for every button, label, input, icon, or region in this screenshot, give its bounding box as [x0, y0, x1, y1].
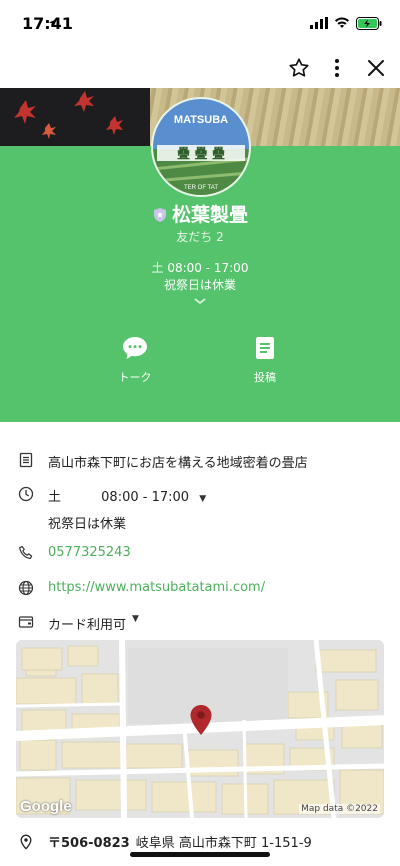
- website-link[interactable]: https://www.matsubatatami.com/: [48, 580, 265, 595]
- posts-button[interactable]: 投稿: [230, 336, 300, 385]
- google-logo: Google: [20, 798, 72, 815]
- maple-leaf-pattern-icon: [14, 91, 123, 139]
- hours-note: 祝祭日は休業: [48, 517, 127, 532]
- address-row[interactable]: 〒506-0823 岐阜県 高山市森下町 1-151-9: [18, 832, 388, 851]
- more-options-button[interactable]: [323, 54, 351, 82]
- dropdown-caret-icon[interactable]: ▼: [199, 494, 206, 504]
- signal-icon: [310, 17, 328, 29]
- chat-bubble-icon: [123, 337, 147, 359]
- map-credit: Map data ©2022: [299, 804, 380, 814]
- svg-text:疊 疊 疊: 疊 疊 疊: [177, 147, 225, 162]
- favorite-button[interactable]: [285, 54, 313, 82]
- avatar[interactable]: MATSUBA 疊 疊 疊 TER OF TAT: [151, 97, 251, 197]
- posts-label: 投稿: [254, 371, 276, 384]
- status-bar: 17:41: [0, 0, 400, 48]
- description-text: 高山市森下町にお店を構える地域密着の畳店: [48, 456, 308, 471]
- map-pin-icon: [190, 705, 212, 735]
- payment-row[interactable]: カード利用可 ▼: [18, 614, 378, 633]
- home-indicator[interactable]: [130, 852, 270, 857]
- map[interactable]: Google Map data ©2022: [16, 640, 384, 818]
- payment-text: カード利用可: [48, 618, 127, 633]
- postal-code: 〒506-0823: [48, 836, 130, 851]
- battery-charging-icon: [356, 16, 382, 30]
- dropdown-caret-icon[interactable]: ▼: [132, 614, 139, 624]
- avatar-logo-text: MATSUBA: [174, 114, 228, 126]
- wallet-icon: [18, 616, 34, 628]
- header-hours[interactable]: 土 08:00 - 17:00 祝祭日は休業: [0, 260, 400, 294]
- hours-row[interactable]: 土 08:00 - 17:00 ▼ 祝祭日は休業: [18, 486, 378, 532]
- hours-day: 土: [48, 490, 62, 505]
- phone-row[interactable]: 0577325243: [18, 545, 378, 561]
- hours-time: 08:00 - 17:00: [101, 490, 190, 505]
- chat-button[interactable]: トーク: [100, 336, 170, 385]
- header-hours-line1: 土 08:00 - 17:00: [151, 261, 249, 275]
- address-text: 岐阜県 高山市森下町 1-151-9: [135, 836, 312, 851]
- chat-label: トーク: [118, 371, 152, 384]
- chevron-down-icon[interactable]: [192, 296, 208, 306]
- note-icon: [19, 452, 33, 468]
- friends-count[interactable]: 友だち 2: [0, 228, 400, 245]
- star-icon: [289, 58, 309, 77]
- location-arrow-icon: [49, 19, 57, 27]
- verified-badge-icon: [153, 208, 166, 222]
- close-icon: [368, 60, 384, 76]
- top-bar: [0, 48, 400, 88]
- header-hours-line2: 祝祭日は休業: [163, 278, 236, 292]
- description-row: 高山市森下町にお店を構える地域密着の畳店: [18, 452, 378, 471]
- phone-link[interactable]: 0577325243: [48, 545, 131, 560]
- account-name-text: 松葉製畳: [171, 204, 248, 226]
- status-icons: [49, 16, 382, 30]
- cover-fabric: [0, 88, 150, 146]
- globe-icon: [18, 580, 34, 596]
- account-name: 松葉製畳: [0, 200, 400, 227]
- document-icon: [256, 337, 274, 359]
- website-row[interactable]: https://www.matsubatatami.com/: [18, 580, 378, 596]
- close-button[interactable]: [362, 54, 390, 82]
- more-vertical-icon: [335, 59, 339, 77]
- wifi-icon: [335, 17, 349, 28]
- location-pin-icon: [20, 834, 32, 850]
- phone-icon: [19, 545, 33, 559]
- avatar-caption: TER OF TAT: [184, 185, 218, 191]
- clock-icon: [18, 486, 34, 502]
